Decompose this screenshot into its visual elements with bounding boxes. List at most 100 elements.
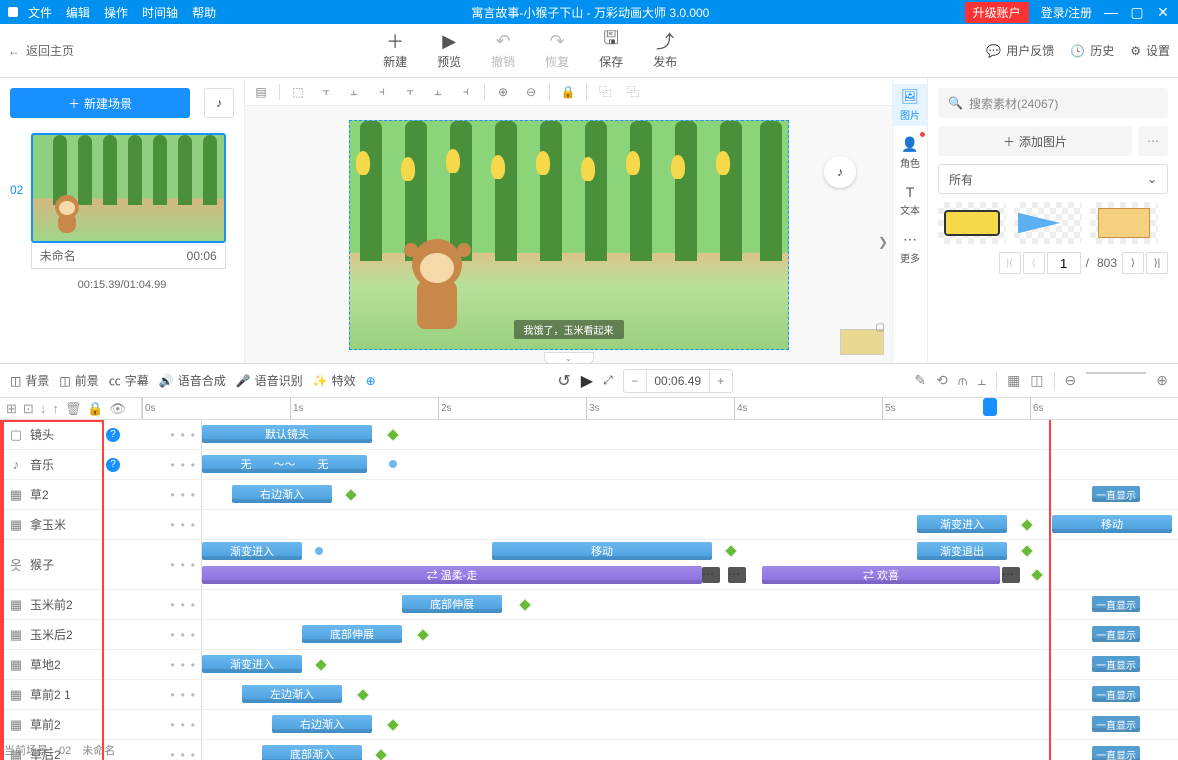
keyframe-marker[interactable]: [314, 546, 324, 556]
track-dot[interactable]: •: [170, 518, 174, 532]
track-dot[interactable]: •: [181, 748, 185, 760]
track-lock-icon[interactable]: 🔒: [87, 401, 103, 417]
keyframe-marker[interactable]: [388, 459, 398, 469]
keyframe-marker[interactable]: [374, 748, 388, 760]
tl-zoom-in-icon[interactable]: ⊕: [1156, 372, 1168, 390]
panel-collapse-icon[interactable]: ❯: [878, 235, 888, 249]
pager-next-button[interactable]: ⟩: [1122, 252, 1144, 274]
asset-item[interactable]: [1090, 202, 1158, 244]
search-input[interactable]: 🔍 搜索素材(24067): [938, 88, 1168, 118]
always-show-tag[interactable]: 一直显示: [1092, 686, 1140, 702]
track-lane[interactable]: 左边渐入 一直显示: [202, 680, 1178, 709]
track-dot[interactable]: •: [170, 658, 174, 672]
align-m-icon[interactable]: ⫠: [428, 82, 448, 102]
rewind-button[interactable]: ↺: [557, 371, 570, 391]
track-dot[interactable]: •: [191, 718, 195, 732]
track-header[interactable]: 옷 猴子 •••: [2, 540, 202, 589]
keyframe-marker[interactable]: [1030, 568, 1044, 582]
keyframe-marker[interactable]: [356, 688, 370, 702]
filter-icon[interactable]: ⫙: [958, 372, 968, 390]
always-show-tag[interactable]: 一直显示: [1092, 716, 1140, 732]
track-dot[interactable]: •: [181, 518, 185, 532]
menu-timeline[interactable]: 时间轴: [142, 4, 178, 21]
timeline-clip[interactable]: 右边渐入: [232, 485, 332, 503]
track-dot[interactable]: •: [170, 598, 174, 612]
timeline-clip[interactable]: 左边渐入: [242, 685, 342, 703]
tb-subtitle[interactable]: ㏄ 字幕: [109, 372, 149, 389]
lock-icon[interactable]: 🔒: [558, 82, 578, 102]
pager-prev-button[interactable]: ⟨: [1023, 252, 1045, 274]
pager-first-button[interactable]: |⟨: [999, 252, 1021, 274]
always-show-tag[interactable]: 一直显示: [1092, 626, 1140, 642]
clip-handle[interactable]: ⋯: [702, 567, 720, 583]
menu-action[interactable]: 操作: [104, 4, 128, 21]
timeline-clip[interactable]: ⇄ 欢喜: [762, 566, 1000, 584]
music-button[interactable]: ♪: [204, 88, 234, 118]
track-header[interactable]: ▢ 镜头 ? •••: [2, 420, 202, 449]
track-lane[interactable]: 底部伸展 一直显示: [202, 590, 1178, 619]
more-button[interactable]: ⋯: [1138, 126, 1168, 156]
track-lane[interactable]: 默认镜头: [202, 420, 1178, 449]
list-icon[interactable]: ◫: [1030, 372, 1043, 390]
zoom-in-icon[interactable]: ⊕: [493, 82, 513, 102]
timeline-clip[interactable]: 默认镜头: [202, 425, 372, 443]
track-dot[interactable]: •: [191, 598, 195, 612]
track-header[interactable]: ▦ 玉米后2 •••: [2, 620, 202, 649]
vtab-更多[interactable]: ⋯ 更多: [893, 227, 927, 269]
track-dot[interactable]: •: [170, 428, 174, 442]
upgrade-button[interactable]: 升级账户: [965, 2, 1029, 23]
track-lane[interactable]: 渐变进入移动渐变退出⇄ 温柔-走⇄ 欢喜⋯⋯⋯: [202, 540, 1178, 589]
new-scene-button[interactable]: ＋ 新建场景: [10, 88, 190, 118]
settings-icon[interactable]: ⫠: [978, 372, 986, 390]
clip-handle[interactable]: ⋯: [728, 567, 746, 583]
keyframe-marker[interactable]: [518, 598, 532, 612]
play-button[interactable]: ▶: [581, 371, 593, 391]
timeline-clip[interactable]: ⇄ 温柔-走: [202, 566, 702, 584]
track-dot[interactable]: •: [191, 518, 195, 532]
maximize-button[interactable]: ▢: [1130, 4, 1144, 21]
visibility-icon[interactable]: 👁: [110, 401, 127, 417]
filter-dropdown[interactable]: 所有 ⌄: [938, 164, 1168, 194]
zoom-minus-button[interactable]: −: [624, 374, 646, 388]
fullscreen-button[interactable]: ⤢: [603, 373, 613, 388]
track-dot[interactable]: •: [170, 458, 174, 472]
track-dot[interactable]: •: [170, 688, 174, 702]
track-lane[interactable]: 渐变进入移动: [202, 510, 1178, 539]
action-发布[interactable]: ⤴ 发布: [653, 31, 677, 70]
clip-handle[interactable]: ⋯: [1002, 567, 1020, 583]
sound-badge-icon[interactable]: ♪: [824, 156, 856, 188]
align-l-icon[interactable]: ⫟: [316, 82, 336, 102]
timeline-clip[interactable]: 渐变退出: [917, 542, 1007, 560]
vtab-文本[interactable]: T 文本: [893, 180, 927, 221]
topright-用户反馈[interactable]: 💬用户反馈: [986, 42, 1054, 59]
pointer-icon[interactable]: ⬚: [288, 82, 308, 102]
timeline-clip[interactable]: 底部伸展: [402, 595, 502, 613]
minimize-button[interactable]: —: [1104, 4, 1118, 20]
vtab-角色[interactable]: 👤 角色: [893, 132, 927, 174]
track-lane[interactable]: 右边渐入一直显示: [202, 710, 1178, 739]
minimap-close-icon[interactable]: ▢: [876, 322, 885, 333]
align-r-icon[interactable]: ⫞: [372, 82, 392, 102]
menu-file[interactable]: 文件: [28, 4, 52, 21]
edit-icon[interactable]: ✎: [914, 372, 926, 390]
copy-icon[interactable]: ⿻: [595, 82, 615, 102]
track-dot[interactable]: •: [191, 688, 195, 702]
move-down-icon[interactable]: ↓: [40, 401, 47, 416]
track-dot[interactable]: •: [191, 748, 195, 760]
action-预览[interactable]: ▶ 预览: [437, 31, 461, 70]
keyframe-marker[interactable]: [386, 428, 400, 442]
always-show-tag[interactable]: 一直显示: [1092, 656, 1140, 672]
tb-background[interactable]: ◫ 背景: [10, 372, 49, 389]
timeline-clip[interactable]: 渐变进入: [202, 542, 302, 560]
track-header[interactable]: ▦ 草前2 •••: [2, 710, 202, 739]
help-icon[interactable]: ?: [106, 428, 120, 442]
tb-tts[interactable]: 🔊 语音合成: [159, 372, 226, 389]
track-dot[interactable]: •: [170, 558, 174, 572]
action-保存[interactable]: 🖫 保存: [599, 31, 623, 70]
always-show-tag[interactable]: 一直显示: [1092, 596, 1140, 612]
track-dot[interactable]: •: [181, 658, 185, 672]
delete-icon[interactable]: 🗑: [65, 401, 82, 417]
back-home-button[interactable]: ← 返回主页: [8, 42, 74, 59]
zoom-out-icon[interactable]: ⊖: [521, 82, 541, 102]
track-dot[interactable]: •: [170, 488, 174, 502]
